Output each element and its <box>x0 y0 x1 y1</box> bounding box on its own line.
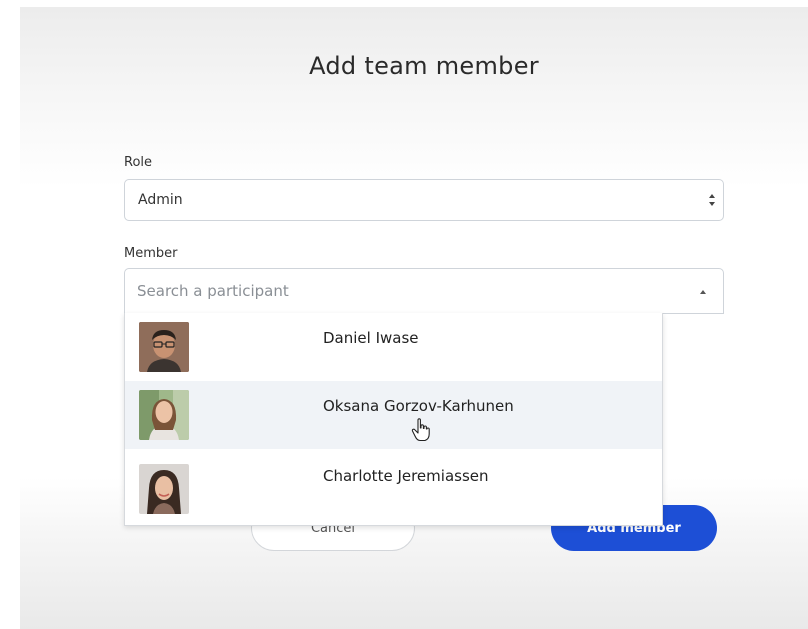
avatar <box>139 464 189 514</box>
caret-up-icon[interactable] <box>700 290 706 294</box>
dialog-title: Add team member <box>309 52 539 80</box>
member-label: Member <box>124 246 178 261</box>
participant-option[interactable]: Daniel Iwase <box>125 313 662 381</box>
member-combobox[interactable] <box>124 268 724 314</box>
hand-pointer-cursor-icon <box>411 418 430 442</box>
avatar <box>139 390 189 440</box>
participant-option[interactable]: Charlotte Jeremiassen <box>125 449 662 517</box>
participant-name: Oksana Gorzov-Karhunen <box>323 397 514 415</box>
role-selected-value: Admin <box>138 192 183 208</box>
participant-dropdown: Daniel Iwase Oksana Gorzov-Karhunen Char… <box>124 313 663 526</box>
role-label: Role <box>124 155 153 170</box>
avatar <box>139 322 189 372</box>
member-search-input[interactable] <box>137 280 677 302</box>
participant-name: Daniel Iwase <box>323 329 419 347</box>
screen: Add team member Role Admin Member Cancel… <box>0 0 808 629</box>
select-arrows-icon <box>709 194 715 206</box>
participant-option[interactable]: Oksana Gorzov-Karhunen <box>125 381 662 449</box>
role-select[interactable]: Admin <box>124 179 724 221</box>
participant-name: Charlotte Jeremiassen <box>323 467 489 485</box>
